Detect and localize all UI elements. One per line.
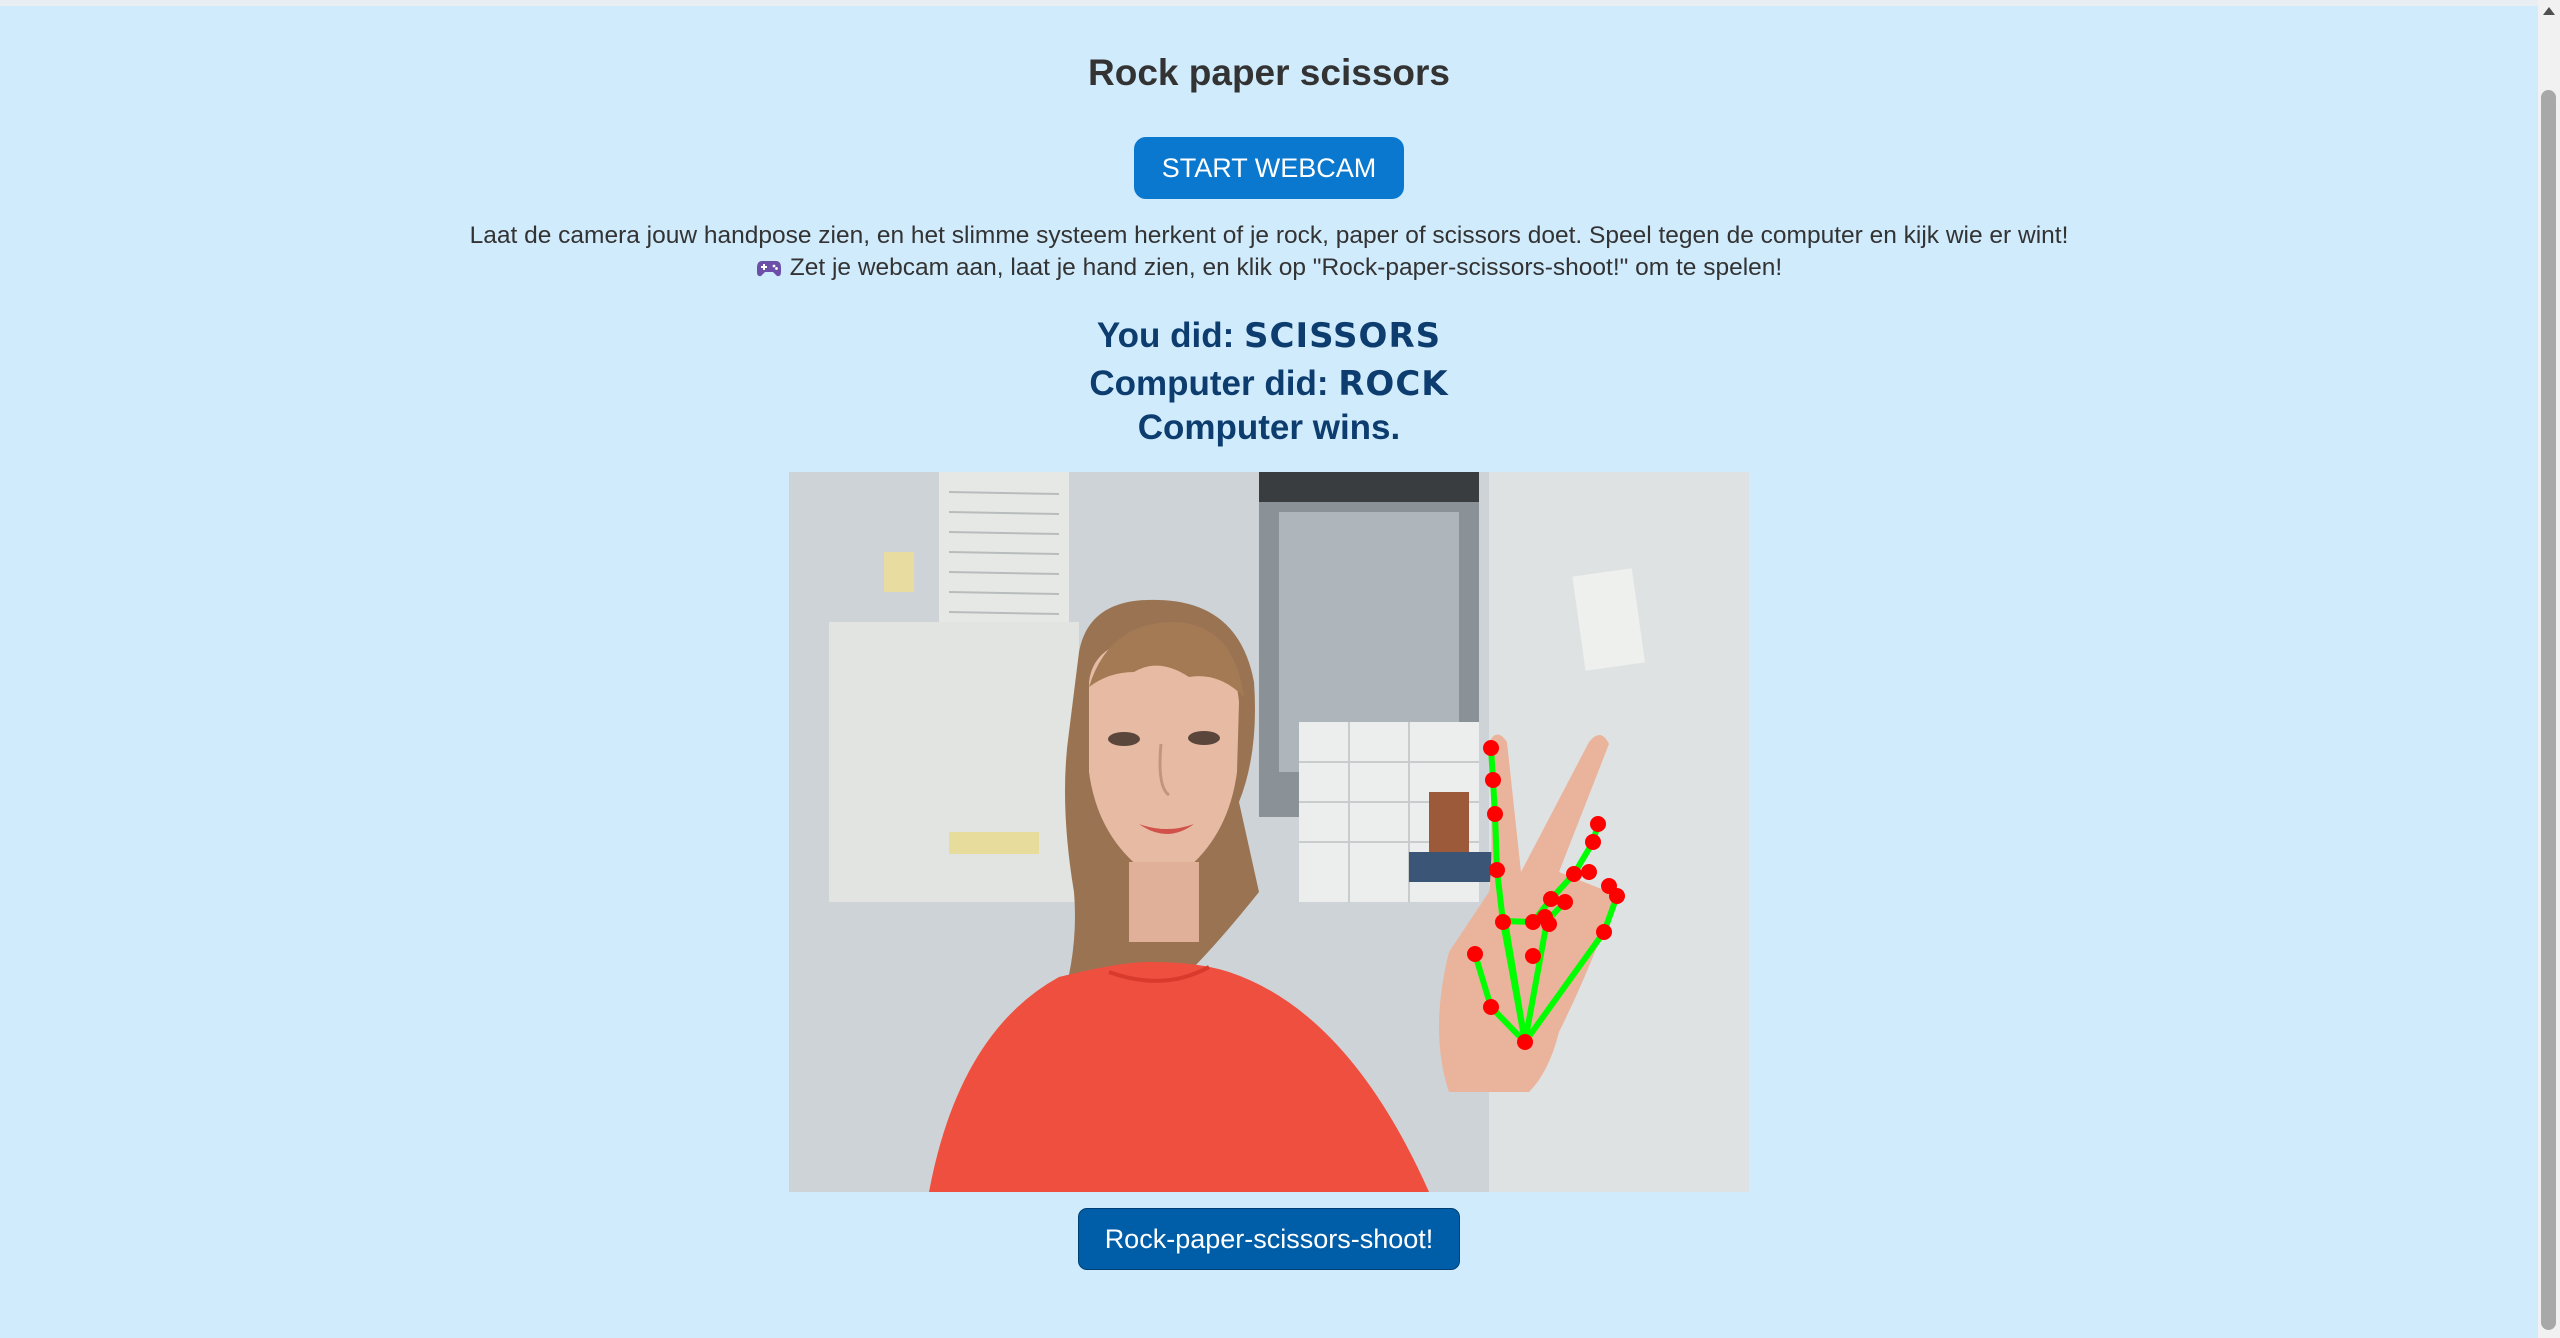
page-title: Rock paper scissors xyxy=(1088,52,1450,93)
computer-result: Computer did: ROCK xyxy=(0,360,2538,408)
gamepad-icon xyxy=(756,255,782,287)
page: Rock paper scissors START WEBCAM Laat de… xyxy=(0,6,2538,1332)
computer-label: Computer did: xyxy=(1089,364,1329,403)
webcam-feed xyxy=(789,472,1749,1192)
player-result: You did: SCISSORS xyxy=(0,312,2538,360)
start-webcam-button[interactable]: START WEBCAM xyxy=(1134,137,1404,199)
result-panel: You did: SCISSORS Computer did: ROCK Com… xyxy=(0,312,2538,448)
player-label: You did: xyxy=(1096,316,1235,355)
game-outcome: Computer wins. xyxy=(1137,408,1401,447)
player-move: SCISSORS xyxy=(1244,316,1442,356)
shoot-button[interactable]: Rock-paper-scissors-shoot! xyxy=(1078,1208,1460,1270)
instructions-line-1: Laat de camera jouw handpose zien, en he… xyxy=(469,222,2069,249)
scroll-up-arrow-icon[interactable] xyxy=(2538,0,2560,22)
instructions-line-2: Zet je webcam aan, laat je hand zien, en… xyxy=(789,254,1783,281)
computer-move: ROCK xyxy=(1338,364,1449,404)
scrollbar-thumb[interactable] xyxy=(2541,90,2556,1330)
webcam-image xyxy=(789,472,1749,1192)
instructions: Laat de camera jouw handpose zien, en he… xyxy=(0,220,2538,287)
instructions-line-2-wrap: Zet je webcam aan, laat je hand zien, en… xyxy=(0,252,2538,287)
